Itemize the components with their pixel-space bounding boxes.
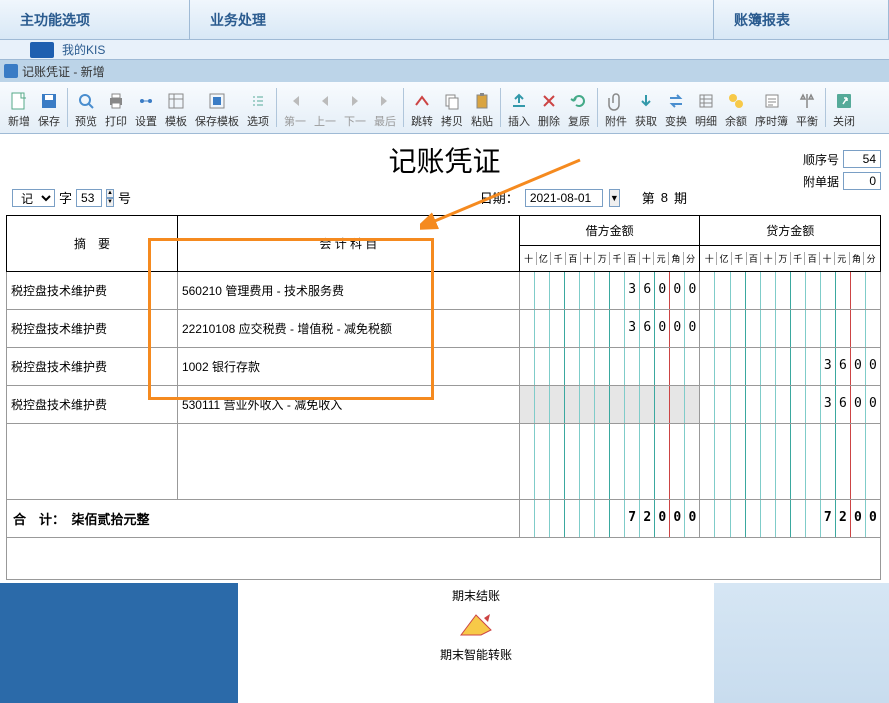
voucher-title: 记账凭证	[0, 134, 889, 184]
attach-input[interactable]	[843, 172, 881, 190]
bottom-center: 期末结账 期末智能转账	[238, 583, 714, 703]
col-summary: 摘 要	[7, 216, 178, 272]
prefix-select[interactable]: 记	[12, 189, 55, 207]
account-cell[interactable]: 530111 营业外收入 - 减免收入	[177, 386, 519, 424]
new-button[interactable]: 新增	[4, 84, 34, 131]
tab-biz[interactable]: 业务处理	[190, 0, 714, 39]
debit-cell[interactable]	[519, 386, 700, 424]
credit-cell[interactable]: 3600	[700, 386, 881, 424]
period-suffix: 期	[674, 188, 687, 207]
bottom-bar: 期末结账 期末智能转账	[0, 583, 889, 703]
tab-main[interactable]: 主功能选项	[0, 0, 190, 39]
attach-label: 附单据	[803, 173, 839, 190]
date-picker-icon[interactable]: ▼	[609, 189, 620, 207]
summary-cell[interactable]: 税控盘技术维护费	[7, 310, 178, 348]
template-button[interactable]: 模板	[161, 84, 191, 131]
convert-button[interactable]: 变换	[661, 84, 691, 131]
first-button[interactable]: 第一	[280, 84, 310, 131]
save-button[interactable]: 保存	[34, 84, 64, 131]
preview-button[interactable]: 预览	[71, 84, 101, 131]
smart-label[interactable]: 期末智能转账	[440, 646, 512, 663]
debit-cell[interactable]: 36000	[519, 310, 700, 348]
restore-button[interactable]: 复原	[564, 84, 594, 131]
options-button[interactable]: 选项	[243, 84, 273, 131]
closing-icon[interactable]	[456, 610, 496, 640]
insert-button[interactable]: 插入	[504, 84, 534, 131]
app-icon	[4, 64, 18, 78]
fetch-button[interactable]: 获取	[631, 84, 661, 131]
credit-cell[interactable]	[700, 272, 881, 310]
bottom-blue-panel	[0, 583, 238, 703]
period-prefix: 第	[642, 188, 655, 207]
sub-row: 我的KIS	[0, 40, 889, 60]
debit-cell[interactable]: 36000	[519, 272, 700, 310]
hao-label: 号	[118, 188, 131, 207]
detail-button[interactable]: 明细	[691, 84, 721, 131]
table-row[interactable]: 税控盘技术维护费22210108 应交税费 - 增值税 - 减免税额36000	[7, 310, 881, 348]
next-button[interactable]: 下一	[340, 84, 370, 131]
delete-button[interactable]: 删除	[534, 84, 564, 131]
tab-reports[interactable]: 账簿报表	[714, 0, 889, 39]
voucher-table: 摘 要 会 计 科 目 借方金额 贷方金额 十亿千百十万千百十元角分 十亿千百十…	[6, 215, 881, 580]
col-account: 会 计 科 目	[177, 216, 519, 272]
settings-button[interactable]: 设置	[131, 84, 161, 131]
jump-button[interactable]: 跳转	[407, 84, 437, 131]
table-row[interactable]: 税控盘技术维护费530111 营业外收入 - 减免收入 3600	[7, 386, 881, 424]
meta-right: 顺序号 附单据	[803, 150, 881, 190]
credit-cell[interactable]	[700, 310, 881, 348]
paste-button[interactable]: 粘贴	[467, 84, 497, 131]
print-button[interactable]: 打印	[101, 84, 131, 131]
debit-cell[interactable]	[519, 348, 700, 386]
meta-row: 记 字 ▲▼ 号 日期： ▼ 第 8 期	[0, 184, 889, 211]
credit-cell[interactable]: 3600	[700, 348, 881, 386]
toolbar: 新增 保存 预览 打印 设置 模板 保存模板 选项 第一 上一 下一 最后 跳转…	[0, 82, 889, 134]
period-no: 8	[661, 190, 668, 205]
closing-label[interactable]: 期末结账	[452, 587, 500, 604]
main-tabs: 主功能选项 业务处理 账簿报表	[0, 0, 889, 40]
sequence-button[interactable]: 序时簿	[751, 84, 792, 131]
date-label: 日期：	[480, 188, 519, 207]
window-titlebar: 记账凭证 - 新增	[0, 60, 889, 82]
summary-cell[interactable]: 税控盘技术维护费	[7, 386, 178, 424]
voucher-no-input[interactable]	[76, 189, 102, 207]
spin-down[interactable]: ▼	[106, 198, 114, 207]
col-debit: 借方金额	[519, 216, 700, 246]
seq-input[interactable]	[843, 150, 881, 168]
col-credit: 贷方金额	[700, 216, 881, 246]
zi-label: 字	[59, 188, 72, 207]
date-input[interactable]	[525, 189, 603, 207]
copy-button[interactable]: 拷贝	[437, 84, 467, 131]
summary-cell[interactable]: 税控盘技术维护费	[7, 272, 178, 310]
account-cell[interactable]: 22210108 应交税费 - 增值税 - 减免税额	[177, 310, 519, 348]
summary-cell[interactable]: 税控盘技术维护费	[7, 348, 178, 386]
kis-label[interactable]: 我的KIS	[62, 41, 105, 58]
spin-up[interactable]: ▲	[106, 189, 114, 198]
total-row: 合 计： 柒佰贰拾元整 72000 7200	[7, 500, 881, 538]
close-button[interactable]: 关闭	[829, 84, 859, 131]
prev-button[interactable]: 上一	[310, 84, 340, 131]
balance-button[interactable]: 余额	[721, 84, 751, 131]
seq-label: 顺序号	[803, 151, 839, 168]
attach-button[interactable]: 附件	[601, 84, 631, 131]
kis-icon	[30, 42, 54, 58]
save-template-button[interactable]: 保存模板	[191, 84, 243, 131]
balanced-button[interactable]: 平衡	[792, 84, 822, 131]
last-button[interactable]: 最后	[370, 84, 400, 131]
debit-digits: 十亿千百十万千百十元角分	[519, 246, 700, 272]
account-cell[interactable]: 1002 银行存款	[177, 348, 519, 386]
table-row[interactable]: 税控盘技术维护费560210 管理费用 - 技术服务费36000	[7, 272, 881, 310]
window-title: 记账凭证 - 新增	[22, 63, 105, 80]
account-cell[interactable]: 560210 管理费用 - 技术服务费	[177, 272, 519, 310]
credit-digits: 十亿千百十万千百十元角分	[700, 246, 881, 272]
bottom-right-panel	[714, 583, 889, 703]
table-row[interactable]: 税控盘技术维护费1002 银行存款 3600	[7, 348, 881, 386]
